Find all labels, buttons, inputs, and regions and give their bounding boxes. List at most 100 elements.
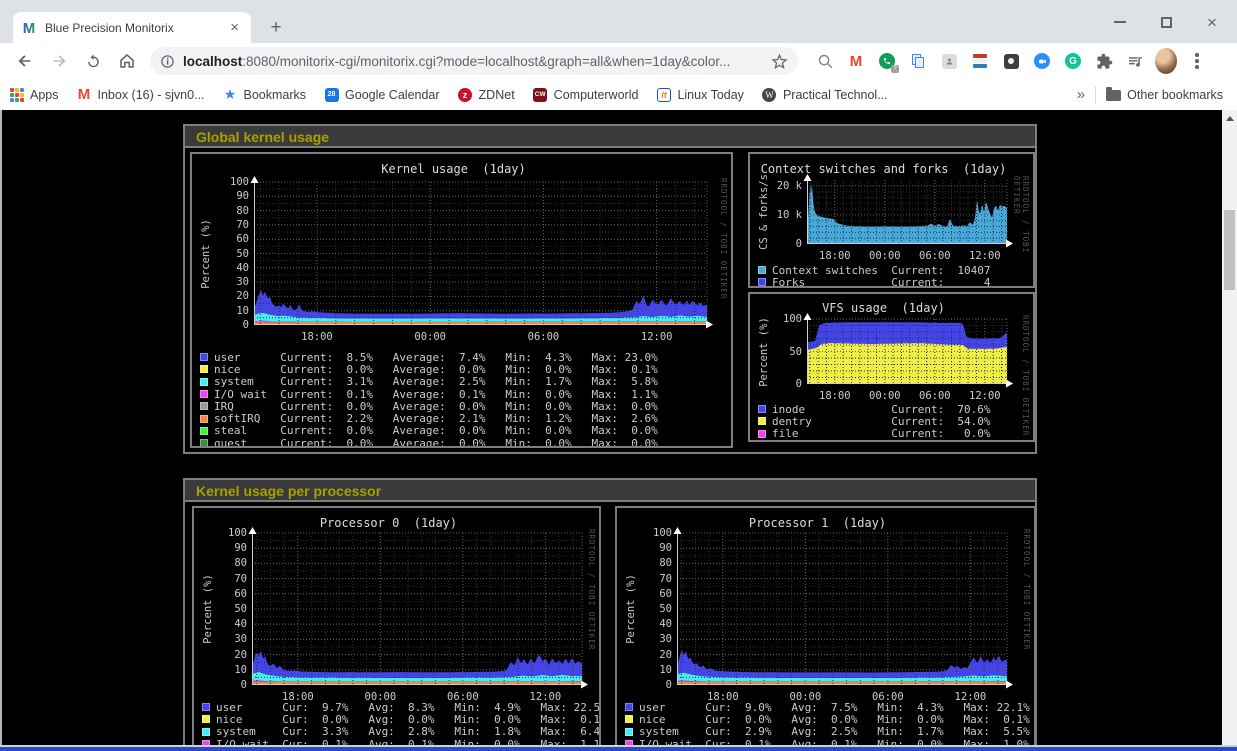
legend-row: steal Current: 0.0% Average: 0.0% Min: 0… [200,425,658,437]
legend-row: softIRQ Current: 2.2% Average: 2.1% Min:… [200,412,658,424]
y-axis-label: Percent (%) [625,574,637,644]
bookmark-inbox[interactable]: M Inbox (16) - sjvn0... [77,87,205,102]
legend-row: user Cur: 9.7% Avg: 8.3% Min: 4.9% Max: … [202,701,601,713]
legend-text: system Current: 3.1% Average: 2.5% Min: … [214,375,658,388]
page-info-icon[interactable] [160,54,175,69]
y-tick-label: 80 [628,557,672,569]
bookmarks-separator [1095,86,1096,104]
legend-row: I/O wait Current: 0.1% Average: 0.1% Min… [200,388,658,400]
minimize-button[interactable] [1109,11,1131,33]
folder-icon [1106,90,1121,101]
legend-swatch [200,415,208,423]
graph-legend: inode Current: 70.6%dentry Current: 54.0… [758,403,991,440]
tab-monitorix[interactable]: M Blue Precision Monitorix × [13,12,251,43]
legend-row: system Cur: 3.3% Avg: 2.8% Min: 1.8% Max… [202,726,601,738]
new-tab-button[interactable]: + [264,16,288,40]
monitorix-page: Global kernel usage Kernel usage (1day) 0… [2,110,1222,745]
legend-text: dentry Current: 54.0% [772,415,991,428]
bookmark-zdnet[interactable]: z ZDNet [458,87,515,102]
wordpress-icon: W [762,87,777,102]
y-tick-label: 0 [205,319,249,331]
reload-button[interactable] [79,47,107,75]
monitorix-favicon: M [21,20,37,36]
legend-row: guest Current: 0.0% Average: 0.0% Min: 0… [200,437,658,448]
browser-window: M Blue Precision Monitorix × + × [0,0,1237,751]
graph-title: VFS usage (1day) [822,301,945,315]
y-tick-label: 10 [628,664,672,676]
search-icon[interactable] [814,50,836,72]
legend-swatch [758,430,766,438]
processor1-graph[interactable]: Processor 1 (1day)0102030405060708090100… [615,506,1036,745]
vfs-usage-graph[interactable]: VFS usage (1day)05010018:0000:0006:0012:… [748,292,1035,442]
legend-text: I/O wait Cur: 0.1% Avg: 0.1% Min: 0.0% M… [216,738,601,745]
gray-app-icon[interactable] [938,50,960,72]
scrollbar-thumb[interactable] [1224,210,1235,290]
y-tick-label: 90 [203,542,247,554]
x-tick-label: 00:00 [869,390,901,402]
home-button[interactable] [113,47,141,75]
bookmark-linux-today[interactable]: lt Linux Today [656,87,744,102]
window-close-button[interactable]: × [1201,11,1223,33]
graph-title: Processor 0 (1day) [320,516,457,530]
google-voice-icon[interactable]: ? [876,50,898,72]
y-tick-label: 0 [628,679,672,691]
y-tick-label: 100 [203,527,247,539]
bookmark-star-icon[interactable] [771,53,788,70]
context-switches-graph[interactable]: Context switches and forks (1day)010 k20… [748,152,1035,288]
legend-swatch [625,728,633,736]
bookmark-practical-tech[interactable]: W Practical Technol... [762,87,888,102]
kernel-usage-graph[interactable]: Kernel usage (1day)010203040506070809010… [190,152,733,448]
legend-text: guest Current: 0.0% Average: 0.0% Min: 0… [214,437,658,448]
x-tick-label: 18:00 [819,250,851,262]
x-tick-label: 06:00 [528,331,560,343]
other-bookmarks[interactable]: Other bookmarks [1106,88,1223,102]
legend-swatch [200,427,208,435]
page-scrollbar[interactable] [1222,110,1237,745]
legend-swatch [200,353,208,361]
bookmark-computerworld[interactable]: CW Computerworld [533,87,639,102]
extensions-puzzle-icon[interactable] [1093,50,1115,72]
playlist-icon[interactable] [1124,50,1146,72]
menu-kebab-icon[interactable] [1186,50,1208,72]
maximize-button[interactable] [1155,11,1177,33]
legend-row: inode Current: 70.6% [758,403,991,415]
legend-text: Forks Current: 4 [772,276,991,288]
zoom-icon[interactable] [1031,50,1053,72]
y-tick-label: 0 [203,679,247,691]
legend-text: I/O wait Cur: 0.1% Avg: 0.1% Min: 0.0% M… [639,738,1030,745]
legend-row: user Current: 8.5% Average: 7.4% Min: 4.… [200,351,658,363]
window-bottom-accent [0,747,1237,751]
legend-swatch [202,728,210,736]
x-tick-label: 12:00 [969,250,1001,262]
back-button[interactable] [11,47,39,75]
bookmark-bookmarks[interactable]: ★ Bookmarks [223,87,307,102]
plot-area [252,533,582,685]
legend-swatch [625,715,633,723]
plot-area [677,533,1007,685]
section-title-global-kernel: Global kernel usage [185,126,1035,148]
scrollbar-up-arrow[interactable] [1222,110,1237,126]
gmail-extension-icon[interactable]: M [845,50,867,72]
legend-row: Context switches Current: 10407 [758,264,991,276]
zdnet-icon: z [458,87,473,102]
dark-app-icon[interactable] [1000,50,1022,72]
address-bar[interactable]: localhost:8080/monitorix-cgi/monitorix.c… [150,47,798,75]
rrdtool-credit: RRDTOOL / TOBI OETIKER [1021,315,1030,436]
copy-pages-icon[interactable] [907,50,929,72]
bookmarks-overflow-chevron[interactable]: » [1077,86,1085,103]
y-axis-label: Percent (%) [202,574,214,644]
legend-swatch [625,703,633,711]
graph-title: Kernel usage (1day) [381,162,526,176]
y-axis-label: Percent (%) [200,219,212,289]
grammarly-icon[interactable]: G [1062,50,1084,72]
graph-title: Processor 1 (1day) [749,516,886,530]
apps-shortcut[interactable]: Apps [10,88,59,102]
books-stack-icon[interactable] [969,50,991,72]
processor0-graph[interactable]: Processor 0 (1day)0102030405060708090100… [192,506,601,745]
bookmark-google-calendar[interactable]: 28 Google Calendar [324,87,440,102]
profile-avatar[interactable] [1155,50,1177,72]
legend-swatch [200,402,208,410]
tab-close-icon[interactable]: × [226,19,243,36]
forward-button[interactable] [45,47,73,75]
url-text[interactable]: localhost:8080/monitorix-cgi/monitorix.c… [183,54,771,69]
